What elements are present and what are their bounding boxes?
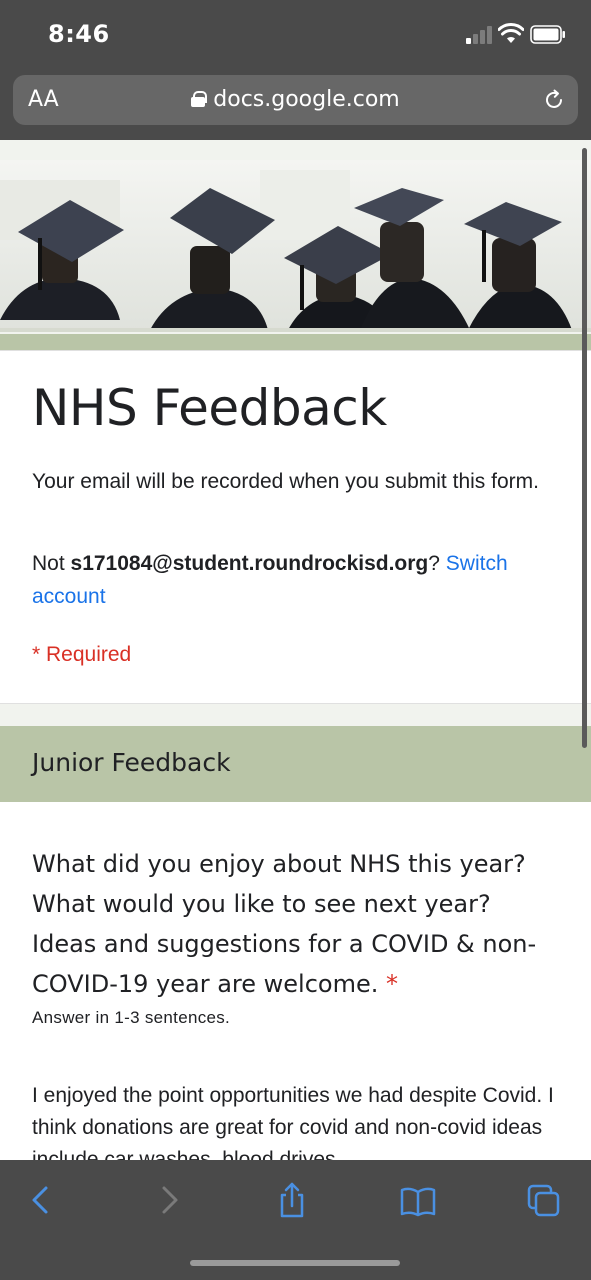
- lock-icon: [191, 91, 208, 107]
- back-icon[interactable]: [22, 1182, 62, 1218]
- account-prefix: Not: [32, 552, 71, 575]
- form-header-card: NHS Feedback Your email will be recorded…: [0, 350, 591, 704]
- answer-textarea[interactable]: I enjoyed the point opportunities we had…: [32, 1080, 562, 1160]
- reload-icon[interactable]: [542, 88, 566, 112]
- graduation-caps-banner-image: [0, 160, 591, 332]
- question-label: What did you enjoy about NHS this year? …: [32, 850, 537, 998]
- share-icon[interactable]: [272, 1182, 312, 1218]
- question-card: What did you enjoy about NHS this year? …: [0, 802, 591, 1160]
- url-display[interactable]: docs.google.com: [13, 87, 578, 112]
- cellular-signal-icon: [466, 26, 494, 44]
- required-asterisk: *: [386, 970, 398, 998]
- battery-icon: [530, 25, 565, 44]
- web-page[interactable]: NHS Feedback Your email will be recorded…: [0, 140, 591, 1160]
- address-bar[interactable]: AA docs.google.com: [13, 75, 578, 125]
- wifi-icon: [498, 23, 524, 43]
- browser-toolbar: [0, 1160, 591, 1280]
- question-text: What did you enjoy about NHS this year? …: [32, 844, 562, 1004]
- required-note: * Required: [32, 643, 132, 666]
- tabs-icon[interactable]: [524, 1182, 564, 1218]
- bookmarks-icon[interactable]: [398, 1182, 438, 1218]
- section-header: Junior Feedback: [0, 726, 591, 802]
- url-text: docs.google.com: [213, 87, 400, 112]
- section-title: Junior Feedback: [32, 748, 231, 777]
- account-line: Not s171084@student.roundrockisd.org? Sw…: [32, 547, 562, 613]
- question-help-text: Answer in 1-3 sentences.: [32, 1008, 231, 1027]
- email-notice: Your email will be recorded when you sub…: [32, 470, 539, 493]
- browser-chrome: 8:46 AA docs.google.com: [0, 0, 591, 140]
- form-title: NHS Feedback: [32, 379, 387, 437]
- account-suffix: ?: [428, 552, 446, 575]
- page-scrollbar[interactable]: [582, 148, 587, 748]
- account-email: s171084@student.roundrockisd.org: [70, 552, 429, 575]
- home-indicator[interactable]: [190, 1260, 400, 1266]
- status-time: 8:46: [48, 20, 110, 48]
- forward-icon[interactable]: [148, 1182, 188, 1218]
- status-bar: 8:46: [0, 0, 591, 66]
- theme-accent-strip: [0, 334, 591, 350]
